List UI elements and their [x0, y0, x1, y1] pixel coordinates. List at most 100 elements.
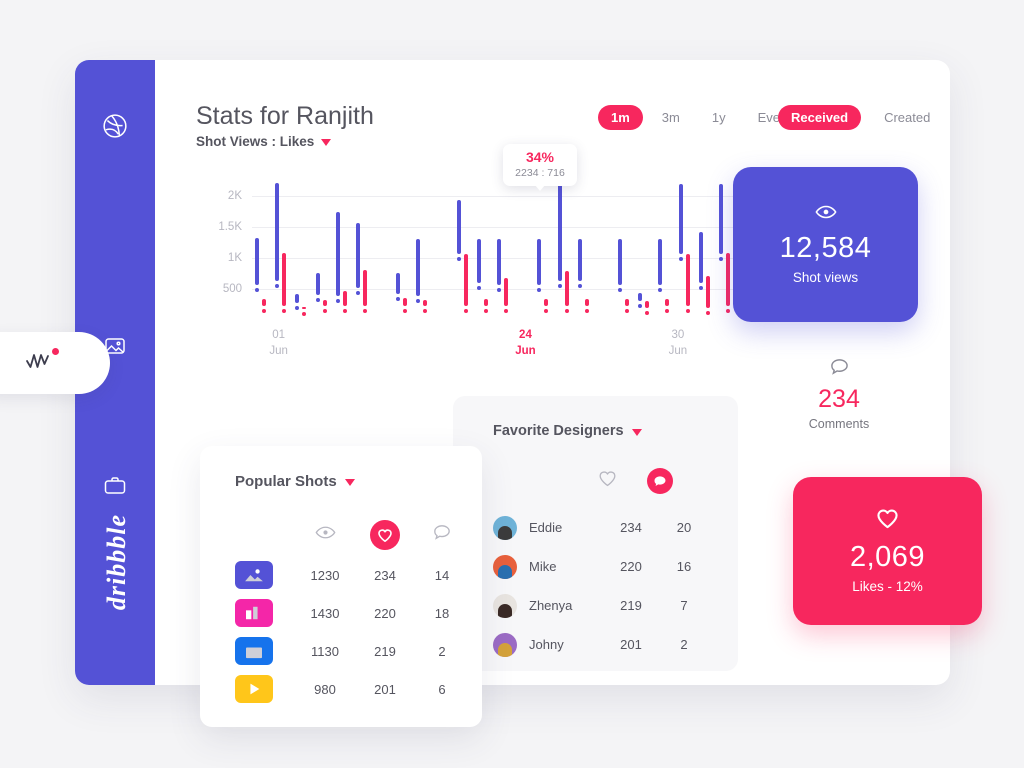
chevron-down-icon: [631, 428, 642, 436]
chart-bar-cap: [705, 310, 710, 315]
table-row[interactable]: 1230 234 14: [200, 556, 482, 594]
chart-bar-likes: [282, 253, 287, 306]
shot-thumbnail[interactable]: [235, 561, 273, 589]
dribbble-wordmark: dribbble: [102, 513, 131, 610]
chart-bar-views: [456, 199, 461, 255]
chart-bar-views: [396, 272, 401, 294]
designer-likes: 234: [620, 520, 642, 535]
list-item[interactable]: Zhenya 219 7: [453, 586, 738, 625]
chart-bar-cap: [658, 288, 663, 293]
chart-bar-views: [295, 293, 300, 303]
chart-bar-cap: [282, 308, 287, 313]
designer-likes: 220: [620, 559, 642, 574]
chart-x-axis: 01 Jun 24 Jun 30 Jun: [252, 328, 736, 368]
column-header-views[interactable]: [294, 525, 356, 545]
y-axis-tick: 1.5K: [218, 220, 242, 233]
chart-bar-cap: [315, 298, 320, 303]
designer-likes: 219: [620, 598, 642, 613]
type-filter-received[interactable]: Received: [778, 105, 862, 130]
chart-bar-likes: [645, 301, 650, 308]
designer-comments: 20: [676, 520, 692, 535]
likes-card[interactable]: 2,069 Likes - 12%: [793, 477, 982, 625]
table-row[interactable]: 980 201 6: [200, 670, 482, 708]
x-axis-tick: 01 Jun: [269, 329, 288, 357]
chart-bar-views: [315, 272, 320, 296]
page-title: Stats for Ranjith: [196, 102, 374, 130]
column-header-likes[interactable]: [579, 470, 635, 492]
list-item[interactable]: Johny 201 2: [453, 625, 738, 664]
chart-bar-views: [497, 238, 501, 286]
tooltip-values: 2234 : 716: [515, 167, 565, 179]
popular-shots-card: Popular Shots 1230 234 14 1430 220 18 11…: [200, 446, 482, 727]
chart-bar-cap: [618, 288, 622, 293]
chart-bar-likes: [544, 299, 549, 306]
y-axis-tick: 500: [222, 282, 242, 295]
column-header-comments[interactable]: [414, 524, 470, 546]
chart-bar-cap: [645, 310, 650, 315]
chart-bar-cap: [698, 285, 703, 290]
y-axis-tick: 1K: [227, 251, 242, 264]
shot-likes: 219: [374, 643, 396, 659]
type-filter-created[interactable]: Created: [871, 105, 943, 130]
column-header-likes[interactable]: [356, 520, 414, 550]
range-filter-1y[interactable]: 1y: [699, 105, 739, 130]
chart-metric-selector[interactable]: Shot Views : Likes: [196, 134, 332, 149]
likes-value: 2,069: [849, 541, 926, 573]
sidebar-item-stats[interactable]: [0, 332, 110, 394]
range-filter-3m[interactable]: 3m: [649, 105, 693, 130]
shot-views-card[interactable]: 12,584 Shot views: [733, 167, 918, 322]
shot-comments: 18: [434, 605, 450, 621]
shot-likes: 201: [374, 681, 396, 697]
chart-bar-likes: [262, 299, 266, 306]
chart-bar-likes: [463, 254, 468, 306]
heart-outline-icon: [598, 470, 617, 492]
comment-icon: [647, 468, 673, 494]
designer-comments: 2: [680, 637, 688, 652]
shot-views: 1230: [310, 567, 340, 583]
chart-bar-likes: [665, 299, 670, 306]
list-item[interactable]: Mike 220 16: [453, 547, 738, 586]
column-header-comments[interactable]: [635, 468, 685, 494]
list-item[interactable]: Eddie 234 20: [453, 508, 738, 547]
shot-thumbnail[interactable]: [235, 675, 273, 703]
shot-thumbnail[interactable]: [235, 599, 273, 627]
favorite-designers-selector[interactable]: Favorite Designers: [493, 423, 642, 439]
comment-icon: [433, 524, 451, 546]
designer-name: Johny: [529, 637, 564, 652]
shot-comments: 14: [434, 567, 450, 583]
chart-bar-cap: [355, 290, 360, 295]
chevron-down-icon: [344, 479, 355, 486]
chart-bar-likes: [423, 300, 428, 306]
chart-bar-likes: [725, 253, 730, 306]
popular-shots-selector[interactable]: Popular Shots: [235, 473, 355, 490]
shot-thumbnail[interactable]: [235, 637, 273, 665]
chart-bar-likes: [403, 298, 408, 306]
chart-bar-views: [537, 238, 542, 286]
chart-bar-likes: [362, 270, 367, 306]
chart-bar-likes: [342, 291, 347, 306]
chart-bar-cap: [342, 308, 347, 313]
chart-bar-cap: [497, 288, 501, 293]
chart-bar-views: [416, 239, 421, 297]
chart-bar-cap: [725, 308, 730, 313]
table-row[interactable]: 1430 220 18: [200, 594, 482, 632]
table-row[interactable]: 1130 219 2: [200, 632, 482, 670]
chart-bar-cap: [463, 308, 468, 313]
activity-icon: [25, 347, 59, 377]
stats-chart: 2K 1.5K 1K 500 01 Jun 24 Jun 30 Jun: [196, 180, 736, 360]
chart-y-axis: 2K 1.5K 1K 500: [196, 180, 242, 320]
chart-bar-cap: [678, 257, 683, 262]
x-axis-tick: 24 Jun: [515, 329, 536, 357]
sidebar-item-dribbble[interactable]: [75, 105, 155, 151]
chart-metric-label: Shot Views : Likes: [196, 134, 315, 149]
comments-value: 234: [818, 385, 860, 413]
sidebar-item-jobs[interactable]: [75, 465, 155, 511]
chart-bars: [252, 180, 736, 320]
comments-stat[interactable]: 234 Comments: [780, 358, 898, 431]
comment-icon: [830, 359, 849, 380]
chart-bar-likes: [483, 299, 488, 306]
notification-badge: [52, 347, 59, 355]
briefcase-icon: [103, 474, 127, 503]
range-filter-1m[interactable]: 1m: [598, 105, 643, 130]
chart-bar-cap: [295, 305, 300, 310]
